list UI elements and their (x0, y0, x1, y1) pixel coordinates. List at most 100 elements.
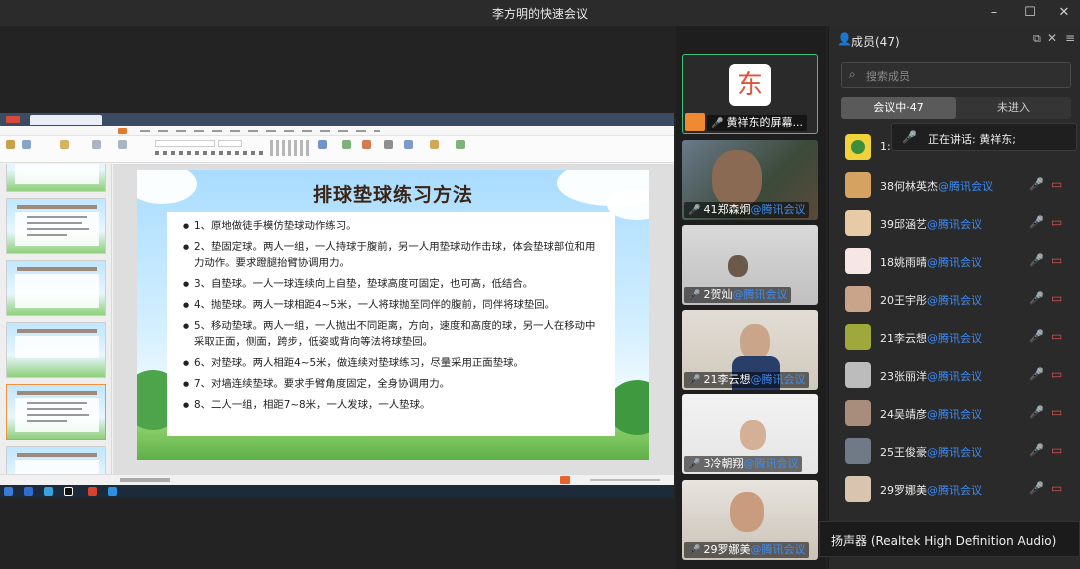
mic-muted-icon[interactable]: 🎤 (1029, 405, 1044, 419)
avatar (845, 438, 871, 464)
slide-thumbnail[interactable] (6, 322, 106, 378)
new-slide-icon (60, 140, 69, 149)
avatar (845, 324, 871, 350)
member-search-input[interactable]: ⌕ 搜索成员 (841, 62, 1071, 88)
font-style-icons (155, 151, 265, 155)
camera-off-icon[interactable]: ▭ (1051, 367, 1062, 381)
replace-icon (384, 140, 393, 149)
camera-off-icon[interactable]: ▭ (1051, 215, 1062, 229)
mic-muted-icon[interactable]: 🎤 (1029, 253, 1044, 267)
os-taskbar (0, 485, 674, 498)
wps-menu-bar (0, 126, 674, 136)
video-tile[interactable]: 🎤 29罗娜美@腾讯会议 (682, 480, 818, 560)
bullet-item: 8、二人一组，相距7~8米，一人发球，一人垫球。 (183, 397, 601, 413)
bullet-item: 5、移动垫球。两人一组，一人抛出不同距离，方向，速度和高度的球，另一人在移动中采… (183, 318, 601, 350)
tile-label: 🎤 黄祥东的屏幕... (707, 115, 807, 131)
textbox-icon (318, 140, 327, 149)
video-tile[interactable]: 🎤 3冷朝翔@腾讯会议 (682, 394, 818, 474)
host-icon (685, 113, 705, 131)
camera-off-icon[interactable]: ▭ (1051, 253, 1062, 267)
meeting-taskbar-icon (108, 487, 117, 496)
camera-off-icon[interactable]: ▭ (1051, 405, 1062, 419)
avatar (845, 362, 871, 388)
wps-ribbon (0, 136, 674, 163)
search-icon: ⌕ (849, 67, 856, 81)
mic-icon[interactable]: 🎤 (1029, 177, 1044, 191)
camera-off-icon[interactable]: ▭ (1051, 443, 1062, 457)
member-row[interactable]: 20王宇彤@腾讯会议 🎤 ▭ (829, 282, 1080, 318)
tile-label: 🎤 2贺灿@腾讯会议 (684, 287, 792, 303)
taskbar-app-icon (44, 487, 53, 496)
member-row[interactable]: 24吴靖彦@腾讯会议 🎤 ▭ (829, 396, 1080, 432)
tab-in-meeting[interactable]: 会议中·47 (841, 97, 956, 119)
mic-muted-icon: 🎤 (688, 459, 701, 470)
mic-muted-icon[interactable]: 🎤 (1029, 367, 1044, 381)
member-row[interactable]: 18姚雨晴@腾讯会议 🎤 ▭ (829, 244, 1080, 280)
wps-logo (6, 116, 20, 123)
member-row[interactable]: 23张丽洋@腾讯会议 🎤 ▭ (829, 358, 1080, 394)
popout-icon[interactable]: ⧉ (1033, 32, 1041, 46)
qq-icon (64, 487, 73, 496)
tile-label: 🎤 21李云想@腾讯会议 (684, 372, 810, 388)
wps-doc-tab (30, 115, 102, 125)
mic-icon[interactable]: 🎤 (1029, 215, 1044, 229)
camera-off-icon[interactable]: ▭ (1051, 329, 1062, 343)
close-button[interactable]: ✕ (1046, 0, 1080, 26)
picture-icon (456, 140, 465, 149)
avatar (845, 476, 871, 502)
slide-thumbnail[interactable] (6, 260, 106, 316)
mic-icon: 🎤 (711, 118, 724, 129)
mic-muted-icon[interactable]: 🎤 (1029, 291, 1044, 305)
mic-muted-icon: 🎤 (902, 130, 917, 144)
video-tile[interactable]: 🎤 21李云想@腾讯会议 (682, 310, 818, 390)
bullet-item: 6、对垫球。两人相距4~5米，做连续对垫球练习，尽量采用正面垫球。 (183, 355, 601, 371)
zoom-slider[interactable] (590, 479, 660, 481)
slide-thumbnail[interactable] (6, 446, 106, 474)
minimize-button[interactable]: – (976, 0, 1012, 26)
slide-thumbnail[interactable] (6, 198, 106, 254)
video-tile[interactable]: 🎤 2贺灿@腾讯会议 (682, 225, 818, 305)
mic-muted-icon[interactable]: 🎤 (1029, 443, 1044, 457)
camera-off-icon[interactable]: ▭ (1051, 177, 1062, 191)
members-title: 成员(47) (851, 35, 900, 49)
video-tile-active[interactable]: 东 🎤 黄祥东的屏幕... (682, 54, 818, 134)
mic-muted-icon[interactable]: 🎤 (1029, 329, 1044, 343)
slide-thumbnail[interactable] (6, 164, 106, 192)
font-size-box (218, 140, 242, 147)
window-title: 李方明的快速会议 (491, 7, 588, 21)
avatar (845, 400, 871, 426)
wps-status-bar (0, 474, 674, 485)
close-panel-icon[interactable]: ✕ (1047, 31, 1057, 45)
play-slideshow-icon[interactable] (560, 476, 570, 484)
wps-taskbar-icon (88, 487, 97, 496)
maximize-button[interactable]: ☐ (1012, 0, 1048, 26)
bullet-item: 3、自垫球。一人一球连续向上自垫，垫球高度可固定，也可高，低结合。 (183, 276, 601, 292)
tab-not-joined[interactable]: 未进入 (956, 97, 1071, 119)
member-row[interactable]: 25王俊豪@腾讯会议 🎤 ▭ (829, 434, 1080, 470)
tile-label: 🎤 3冷朝翔@腾讯会议 (684, 456, 803, 472)
avatar: 东 (729, 64, 771, 106)
video-tile[interactable]: 🎤 41郑森炯@腾讯会议 (682, 140, 818, 220)
member-row[interactable]: 39邱涵艺@腾讯会议 🎤 ▭ (829, 206, 1080, 242)
member-row[interactable]: 21李云想@腾讯会议 🎤 ▭ (829, 320, 1080, 356)
member-row[interactable]: 29罗娜美@腾讯会议 🎤 ▭ (829, 472, 1080, 508)
mic-muted-icon[interactable]: 🎤 (1029, 481, 1044, 495)
camera-off-icon[interactable]: ▭ (1051, 291, 1062, 305)
speaker-tooltip: 扬声器 (Realtek High Definition Audio) (819, 521, 1080, 557)
start-icon (4, 487, 13, 496)
slide-content-box: 1、原地做徒手模仿垫球动作练习。 2、垫固定球。两人一组，一人持球于腹前，另一人… (167, 212, 615, 436)
wps-active-tab (118, 128, 127, 134)
shared-screen: 排球垫球练习方法 1、原地做徒手模仿垫球动作练习。 2、垫固定球。两人一组，一人… (0, 113, 674, 498)
members-panel-header: 👤 成员(47) ⧉ ✕ ≡ (829, 26, 1080, 56)
camera-off-icon[interactable]: ▭ (1051, 481, 1062, 495)
slide: 排球垫球练习方法 1、原地做徒手模仿垫球动作练习。 2、垫固定球。两人一组，一人… (137, 170, 649, 460)
title-bar: 李方明的快速会议 – ☐ ✕ (0, 0, 1080, 26)
wps-titlebar (0, 113, 674, 126)
mic-muted-icon: 🎤 (688, 205, 701, 216)
member-row[interactable]: 38何林英杰@腾讯会议 🎤 ▭ (829, 168, 1080, 204)
menu-icon[interactable]: ≡ (1065, 31, 1075, 45)
slide-thumbnail-selected[interactable] (6, 384, 106, 440)
reset-icon (118, 140, 127, 149)
paste-icon (6, 140, 15, 149)
participant-face (728, 255, 748, 277)
